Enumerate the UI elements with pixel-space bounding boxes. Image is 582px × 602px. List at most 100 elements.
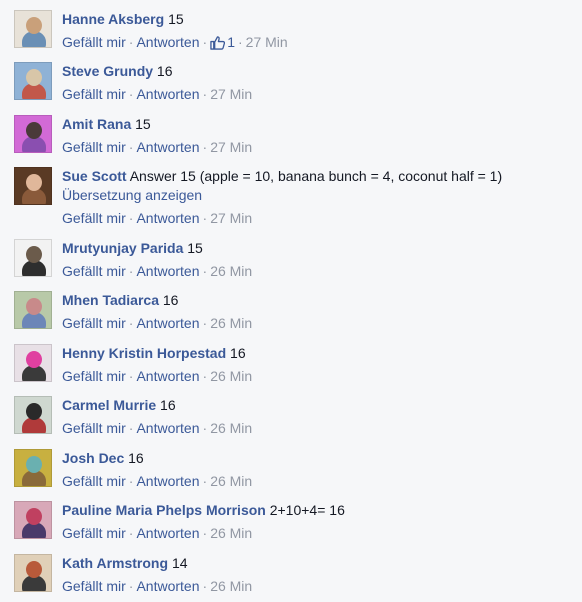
reply-button[interactable]: Antworten (136, 473, 199, 489)
like-button[interactable]: Gefällt mir (62, 210, 126, 226)
avatar[interactable] (14, 62, 52, 100)
reply-button[interactable]: Antworten (136, 34, 199, 50)
translate-link[interactable]: Übersetzung anzeigen (62, 186, 574, 205)
separator: · (128, 420, 134, 436)
separator: · (202, 473, 208, 489)
avatar[interactable] (14, 344, 52, 382)
comment-author[interactable]: Mrutyunjay Parida (62, 240, 183, 256)
avatar[interactable] (14, 449, 52, 487)
comment-actions: Gefällt mir · Antworten · 27 Min (62, 138, 574, 157)
separator: · (202, 263, 208, 279)
comment-author[interactable]: Mhen Tadiarca (62, 292, 159, 308)
comment-timestamp[interactable]: 26 Min (210, 315, 252, 331)
like-count[interactable]: 1 (210, 34, 235, 50)
comment-text: 15 (135, 116, 151, 132)
comment-body: Amit Rana 15 Gefällt mir · Antworten · 27 Min (62, 115, 574, 157)
like-button[interactable]: Gefällt mir (62, 139, 126, 155)
avatar-face (26, 298, 42, 315)
comment-actions: Gefällt mir · Antworten · 26 Min (62, 262, 574, 281)
comment-body: Josh Dec 16 Gefällt mir · Antworten · 26 Min (62, 449, 574, 491)
avatar-face (26, 17, 42, 34)
avatar[interactable] (14, 167, 52, 205)
reply-button[interactable]: Antworten (136, 263, 199, 279)
comment-actions: Gefällt mir · Antworten · 26 Min (62, 524, 574, 543)
thumbs-up-icon (210, 36, 226, 50)
reply-button[interactable]: Antworten (136, 139, 199, 155)
separator: · (128, 210, 134, 226)
separator: · (128, 139, 134, 155)
reply-button[interactable]: Antworten (136, 315, 199, 331)
avatar-face (26, 561, 42, 578)
comment-actions: Gefällt mir · Antworten · 26 Min (62, 367, 574, 386)
like-button[interactable]: Gefällt mir (62, 525, 126, 541)
comment-timestamp[interactable]: 26 Min (210, 420, 252, 436)
comment-body: Hanne Aksberg 15 Gefällt mir · Antworten · 1 ·… (62, 10, 574, 52)
comment-author[interactable]: Sue Scott (62, 168, 127, 184)
like-count-value: 1 (227, 34, 235, 50)
comment-timestamp[interactable]: 27 Min (210, 86, 252, 102)
reply-button[interactable]: Antworten (136, 368, 199, 384)
comment-author[interactable]: Kath Armstrong (62, 555, 168, 571)
avatar[interactable] (14, 291, 52, 329)
comment-text: 16 (230, 345, 246, 361)
comment-timestamp[interactable]: 27 Min (210, 210, 252, 226)
like-button[interactable]: Gefällt mir (62, 578, 126, 594)
avatar[interactable] (14, 501, 52, 539)
separator: · (202, 420, 208, 436)
separator: · (202, 86, 208, 102)
comment-author[interactable]: Josh Dec (62, 450, 124, 466)
separator: · (202, 525, 208, 541)
separator: · (128, 34, 134, 50)
separator: · (128, 525, 134, 541)
separator: · (128, 578, 134, 594)
comment-timestamp[interactable]: 26 Min (210, 525, 252, 541)
separator: · (202, 578, 208, 594)
comment-body: Steve Grundy 16 Gefällt mir · Antworten · 27 … (62, 62, 574, 104)
avatar[interactable] (14, 554, 52, 592)
comment-text: Answer 15 (apple = 10, banana bunch = 4,… (129, 168, 503, 184)
comment-actions: Gefällt mir · Antworten · 26 Min (62, 577, 574, 596)
like-button[interactable]: Gefällt mir (62, 420, 126, 436)
like-button[interactable]: Gefällt mir (62, 263, 126, 279)
comment-text: 14 (171, 555, 188, 571)
like-button[interactable]: Gefällt mir (62, 315, 126, 331)
comment-author[interactable]: Hanne Aksberg (62, 11, 164, 27)
avatar-face (26, 246, 42, 263)
comment-timestamp[interactable]: 27 Min (210, 139, 252, 155)
comment-author[interactable]: Steve Grundy (62, 63, 153, 79)
comment-author[interactable]: Amit Rana (62, 116, 131, 132)
comment-timestamp[interactable]: 26 Min (210, 368, 252, 384)
comment-author[interactable]: Henny Kristin Horpestad (62, 345, 226, 361)
separator: · (202, 139, 208, 155)
like-button[interactable]: Gefällt mir (62, 34, 126, 50)
comment-timestamp[interactable]: 26 Min (210, 578, 252, 594)
comment-author[interactable]: Pauline Maria Phelps Morrison (62, 502, 266, 518)
reply-button[interactable]: Antworten (136, 578, 199, 594)
avatar-face (26, 174, 42, 191)
reply-button[interactable]: Antworten (136, 86, 199, 102)
comment-timestamp[interactable]: 26 Min (210, 263, 252, 279)
reply-button[interactable]: Antworten (136, 420, 199, 436)
avatar[interactable] (14, 239, 52, 277)
avatar[interactable] (14, 396, 52, 434)
comment-timestamp[interactable]: 27 Min (246, 34, 288, 50)
comment-body: Sue Scott Answer 15 (apple = 10, banana … (62, 167, 574, 228)
avatar-face (26, 508, 42, 525)
like-button[interactable]: Gefällt mir (62, 473, 126, 489)
avatar[interactable] (14, 115, 52, 153)
separator: · (237, 34, 243, 50)
like-button[interactable]: Gefällt mir (62, 368, 126, 384)
comment-text: 16 (160, 397, 176, 413)
reply-button[interactable]: Antworten (136, 525, 199, 541)
comment-actions: Gefällt mir · Antworten · 1 · 27 Min (62, 33, 574, 52)
comment-author[interactable]: Carmel Murrie (62, 397, 156, 413)
separator: · (128, 315, 134, 331)
like-button[interactable]: Gefällt mir (62, 86, 126, 102)
reply-button[interactable]: Antworten (136, 210, 199, 226)
separator: · (128, 368, 134, 384)
avatar-face (26, 69, 42, 86)
avatar[interactable] (14, 10, 52, 48)
avatar-face (26, 351, 42, 368)
avatar-face (26, 403, 42, 420)
comment-timestamp[interactable]: 26 Min (210, 473, 252, 489)
